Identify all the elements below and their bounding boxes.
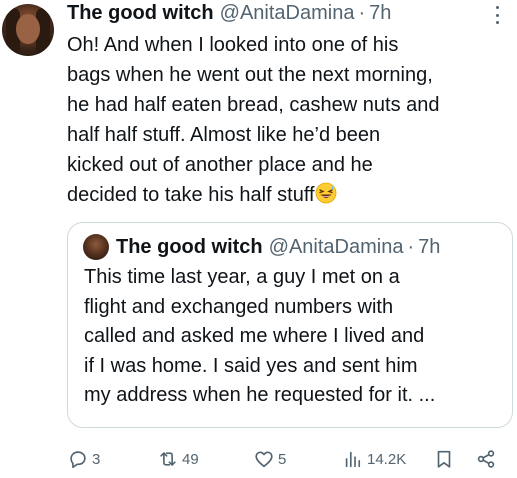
quote-header: The good witch @AnitaDamina · 7h [116, 233, 440, 261]
quote-author-name: The good witch [116, 236, 263, 258]
views-chart-icon [345, 451, 361, 468]
quoted-tweet[interactable]: The good witch @AnitaDamina · 7h This ti… [67, 222, 513, 428]
more-options-icon[interactable] [494, 6, 500, 24]
header-separator: · [358, 2, 366, 24]
repost-button[interactable]: 49 [157, 446, 199, 472]
author-handle[interactable]: @AnitaDamina [220, 0, 355, 26]
tweet: The good witch @AnitaDamina · 7h Oh! And… [0, 0, 517, 478]
like-button[interactable]: 5 [253, 446, 286, 472]
reply-count: 3 [92, 450, 101, 468]
quote-text-line: called and asked me where I lived and [84, 325, 425, 347]
bookmark-button[interactable] [433, 446, 455, 472]
author-avatar[interactable] [2, 4, 54, 56]
share-button[interactable] [475, 446, 497, 472]
tweet-text-line: Oh! And when I looked into one of his [67, 34, 399, 56]
reply-button[interactable]: 3 [67, 446, 100, 472]
laughing-sweat-emoji-icon [315, 182, 336, 204]
reply-icon [70, 451, 86, 469]
tweet-text-line: half half stuff. Almost like he’d been [67, 124, 381, 146]
share-icon [477, 450, 495, 468]
views-button[interactable]: 14.2K [342, 446, 406, 472]
tweet-text: Oh! And when I looked into one of his ba… [67, 30, 512, 210]
quote-text-line: This time last year, a guy I met on a [84, 266, 400, 288]
tweet-text-line: he had half eaten bread, cashew nuts and [67, 94, 440, 116]
tweet-text-line: bags when he went out the next morning, [67, 64, 433, 86]
like-count: 5 [278, 450, 287, 468]
heart-icon [255, 451, 273, 468]
quote-text-line: flight and exchanged numbers with [84, 295, 394, 318]
tweet-text-line: decided to take his half stuff [67, 184, 315, 206]
quote-text: This time last year, a guy I met on a fl… [84, 263, 504, 411]
tweet-text-line: kicked out of another place and he [67, 154, 373, 176]
action-bar: 3 49 5 14.2K [67, 446, 507, 472]
quote-header-separator: · [407, 236, 415, 258]
quote-text-line: if I was home. I said yes and sent him [84, 354, 418, 377]
quote-author-avatar [83, 234, 109, 260]
quote-text-line: my address when he requested for it. ... [84, 384, 436, 406]
author-name[interactable]: The good witch [67, 0, 214, 26]
repost-count: 49 [182, 450, 199, 468]
views-count: 14.2K [367, 450, 407, 468]
quote-timestamp: 7h [418, 236, 441, 258]
tweet-header: The good witch @AnitaDamina · 7h [67, 0, 391, 26]
repost-icon [160, 452, 176, 466]
tweet-timestamp[interactable]: 7h [369, 0, 391, 26]
quote-author-handle: @AnitaDamina [268, 236, 404, 258]
bookmark-icon [437, 450, 451, 468]
